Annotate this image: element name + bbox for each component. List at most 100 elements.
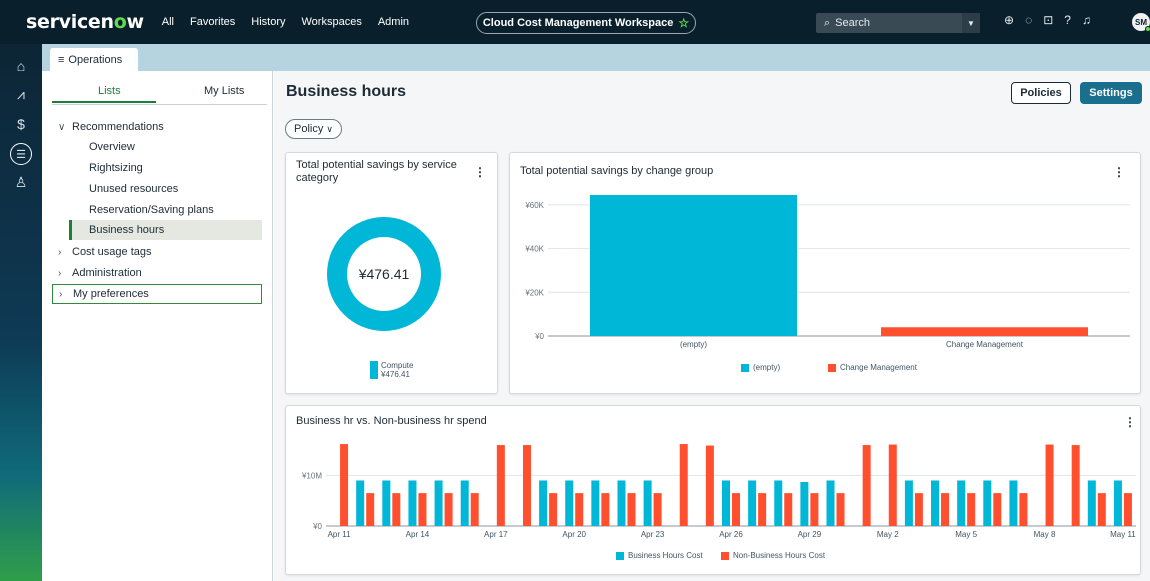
bar — [565, 480, 574, 526]
tree-item-my-preferences[interactable]: › My preferences — [52, 284, 262, 304]
x-tick-label: Apr 20 — [562, 530, 586, 539]
y-tick-label: ¥60K — [524, 201, 544, 210]
tab-lists[interactable]: Lists — [98, 85, 121, 97]
search-placeholder: Search — [835, 17, 871, 29]
bar — [460, 480, 469, 526]
bar — [722, 480, 730, 526]
tree-item-overview[interactable]: Overview — [89, 137, 135, 157]
bar — [836, 493, 845, 526]
more-options-icon[interactable]: ⋮ — [1113, 165, 1125, 179]
more-options-icon[interactable]: ⋮ — [474, 165, 486, 179]
home-icon[interactable]: ⌂ — [11, 56, 31, 76]
search-scope-dropdown[interactable]: ▼ — [962, 13, 980, 33]
assistant-icon[interactable]: ⊡ — [1043, 13, 1053, 27]
user-avatar[interactable]: SM — [1132, 13, 1150, 32]
bar — [914, 493, 923, 526]
bar — [1071, 445, 1080, 526]
bar — [1123, 493, 1132, 526]
daily-spend-bar-chart: ¥0 ¥10M Apr 11 Apr 14 Apr 17 Apr 20 Apr 23 Apr … — [301, 444, 1136, 539]
bar — [705, 445, 714, 526]
bar — [366, 493, 375, 526]
card-title: Total potential savings by service categ… — [296, 159, 457, 184]
tree-item-rightsizing[interactable]: Rightsizing — [89, 158, 143, 178]
legend-swatch — [721, 551, 729, 560]
dollar-icon[interactable]: $ — [11, 114, 31, 134]
legend-swatch — [616, 551, 624, 560]
bar — [591, 480, 600, 526]
tree-item-unused-resources[interactable]: Unused resources — [89, 179, 178, 199]
menu-icon: ≡ — [58, 53, 65, 66]
favorite-star-icon[interactable]: ☆ — [678, 16, 689, 30]
bar — [496, 445, 505, 526]
bar — [888, 444, 897, 526]
chevron-right-icon: › — [59, 288, 63, 300]
tree-item-administration[interactable]: › Administration — [58, 263, 142, 283]
nav-admin[interactable]: Admin — [378, 16, 409, 28]
active-tab-underline — [52, 101, 156, 103]
legend-label: (empty) — [753, 363, 781, 372]
bar — [758, 493, 767, 526]
x-tick-label: Apr 29 — [798, 530, 822, 539]
bar — [941, 493, 950, 526]
policy-filter-dropdown[interactable]: Policy ∨ — [285, 119, 342, 139]
x-tick-label: Apr 26 — [719, 530, 743, 539]
tab-operations[interactable]: ≡ Operations — [50, 48, 138, 71]
bar — [800, 481, 809, 526]
x-tick-label: May 8 — [1034, 530, 1056, 539]
chart-icon[interactable]: ⩘ — [11, 84, 31, 104]
bar — [1009, 480, 1018, 526]
tree-item-business-hours[interactable]: Business hours — [69, 220, 262, 240]
bar — [826, 480, 835, 526]
user-icon[interactable]: ♙ — [11, 172, 31, 192]
bar — [774, 480, 783, 526]
legend-item: Business Hours Cost — [616, 551, 703, 560]
card-title: Business hr vs. Non-business hr spend — [296, 415, 487, 427]
notifications-bell-icon[interactable]: ♫ — [1082, 13, 1091, 27]
x-tick-label: Change Management — [946, 340, 1024, 349]
tab-my-lists[interactable]: My Lists — [204, 85, 244, 97]
tab-strip: ≡ Operations — [42, 44, 1150, 71]
bar — [434, 480, 443, 526]
help-icon[interactable]: ? — [1064, 13, 1071, 27]
tree-item-label: My preferences — [73, 288, 149, 300]
tree-item-label: Administration — [72, 267, 142, 279]
donut-legend: Compute ¥476.41 — [370, 361, 413, 379]
tree-item-label: Cost usage tags — [72, 246, 152, 258]
bar — [1019, 493, 1028, 526]
nav-workspaces[interactable]: Workspaces — [302, 16, 362, 28]
nav-all[interactable]: All — [162, 16, 174, 28]
bar — [627, 493, 636, 526]
business-vs-nonbusiness-card: Business hr vs. Non-business hr spend ⋮ … — [285, 405, 1141, 575]
bar — [408, 480, 417, 526]
connect-chat-icon[interactable]: ◌ — [1025, 13, 1032, 27]
globe-icon[interactable]: ⊕ — [1004, 13, 1014, 27]
nav-history[interactable]: History — [251, 16, 285, 28]
nav-favorites[interactable]: Favorites — [190, 16, 235, 28]
bar — [810, 493, 819, 526]
bar — [957, 480, 966, 526]
bar — [418, 493, 427, 526]
global-search[interactable]: ⌕ Search ▼ — [816, 13, 980, 33]
chevron-down-icon: ∨ — [326, 123, 333, 134]
x-tick-label: Apr 23 — [641, 530, 665, 539]
chevron-down-icon: ∨ — [58, 121, 66, 133]
tree-item-cost-usage-tags[interactable]: › Cost usage tags — [58, 242, 152, 262]
more-options-icon[interactable]: ⋮ — [1124, 415, 1136, 429]
workspace-title-pill[interactable]: Cloud Cost Management Workspace ☆ — [476, 12, 696, 34]
tab-label: Operations — [68, 53, 123, 66]
settings-button[interactable]: Settings — [1080, 82, 1142, 104]
list-icon[interactable]: ☰ — [10, 143, 32, 165]
bar — [993, 493, 1002, 526]
servicenow-logo[interactable]: servicenow — [26, 11, 144, 33]
x-tick-label: Apr 17 — [484, 530, 508, 539]
policies-button[interactable]: Policies — [1011, 82, 1071, 104]
legend-label: Change Management — [840, 363, 917, 372]
presence-dot-icon — [1145, 26, 1150, 32]
legend-label: Non-Business Hours Cost — [733, 551, 826, 560]
bar — [1045, 444, 1054, 526]
bar — [881, 327, 1088, 336]
policy-filter-label: Policy — [294, 123, 324, 135]
tree-item-recommendations[interactable]: ∨ Recommendations — [58, 117, 164, 137]
top-icons: ⊕ ◌ ⊡ ? ♫ — [1004, 13, 1091, 27]
tree-item-reservation-saving-plans[interactable]: Reservation/Saving plans — [89, 200, 214, 220]
